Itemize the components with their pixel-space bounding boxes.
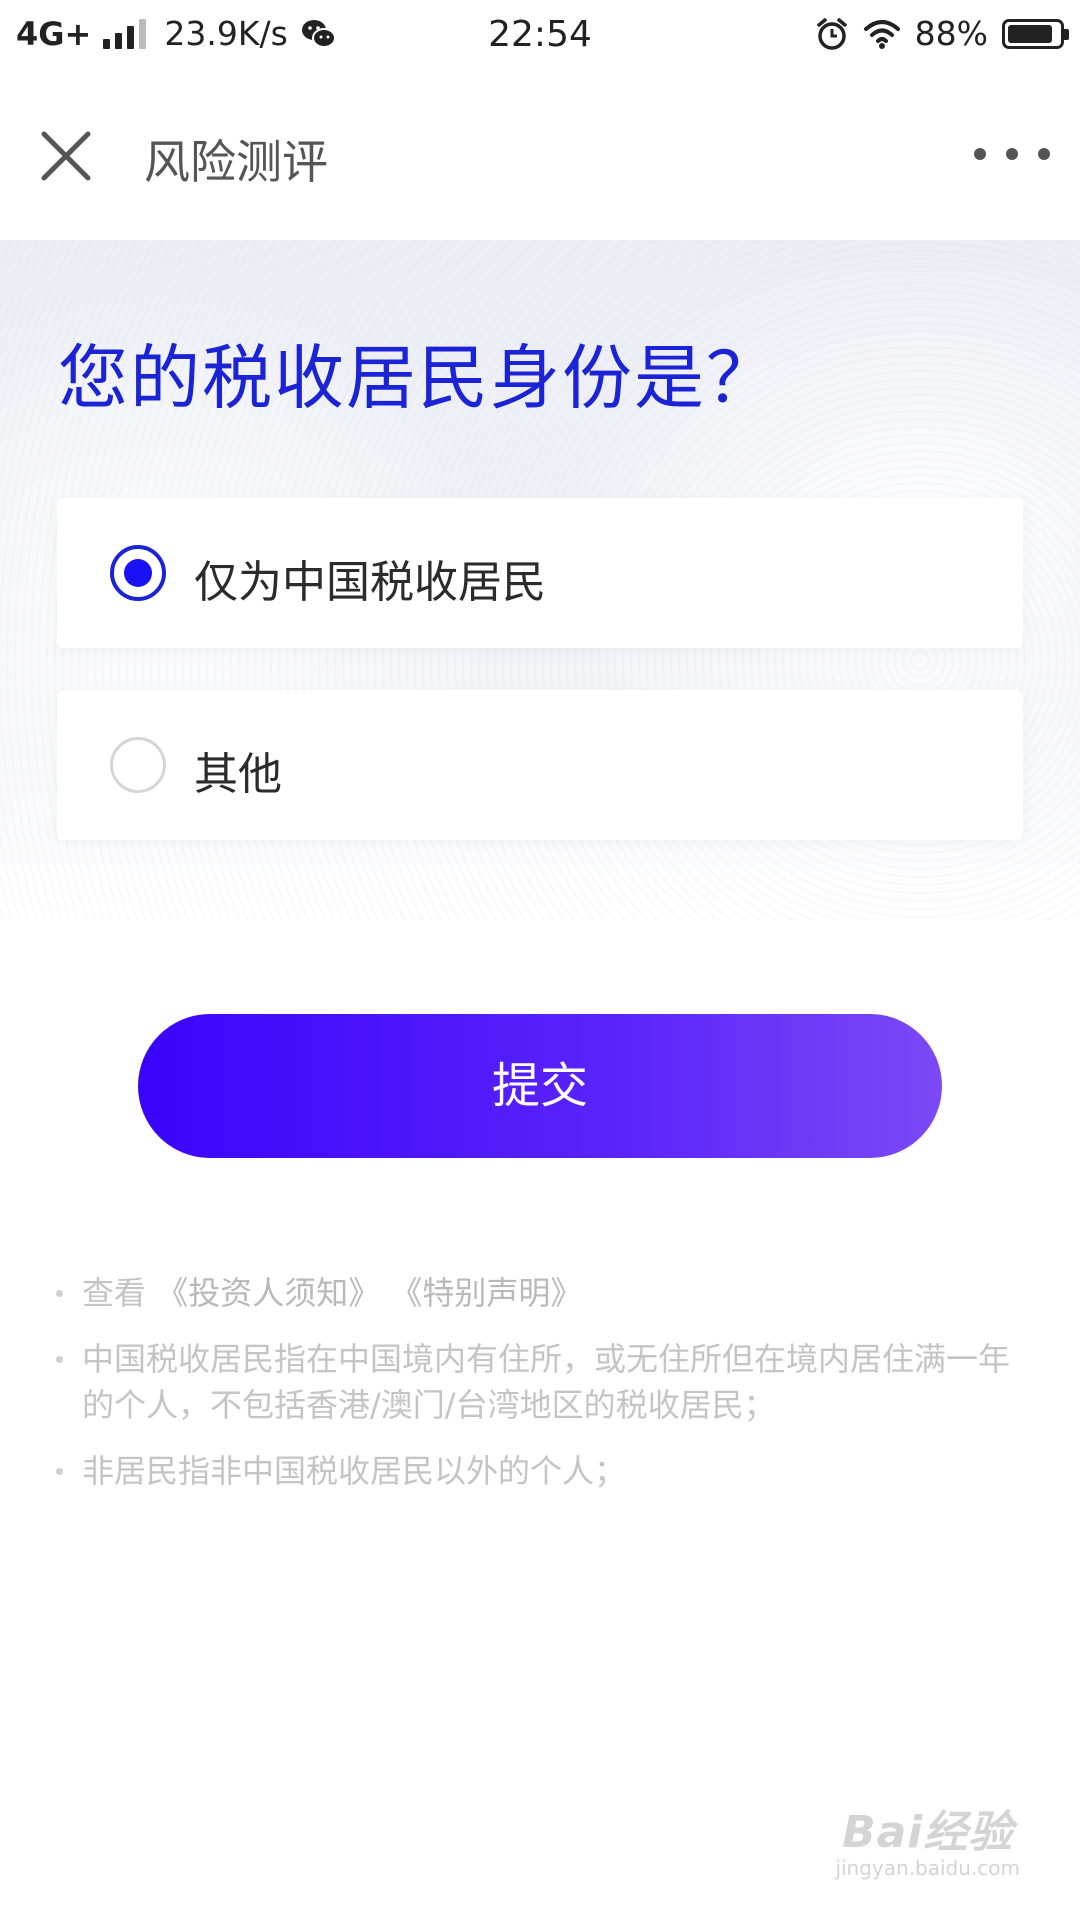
nav-bar: 风险测评	[0, 90, 1080, 220]
note-text: 中国税收居民指在中国境内有住所，或无住所但在境内居住满一年的个人，不包括香港/澳…	[82, 1340, 1011, 1424]
battery-icon	[1002, 18, 1069, 49]
investor-notice-link[interactable]: 《投资人须知》	[156, 1274, 380, 1312]
bullet-dot	[56, 1468, 63, 1475]
option-label: 其他	[194, 749, 282, 800]
submit-button[interactable]: 提交	[138, 1014, 942, 1158]
note-item: 非居民指非中国税收居民以外的个人；	[54, 1448, 1024, 1494]
notes: 查看 《投资人须知》 《特别声明》 中国税收居民指在中国境内有住所，或无住所但在…	[54, 1270, 1024, 1514]
battery-percent: 88%	[914, 14, 988, 53]
page-title: 风险测评	[144, 135, 328, 189]
bullet-dot	[56, 1356, 63, 1363]
watermark-url: jingyan.baidu.com	[835, 1856, 1020, 1880]
bullet-dot	[56, 1290, 63, 1297]
note-item: 查看 《投资人须知》 《特别声明》	[54, 1270, 1024, 1316]
radio-unselected-icon[interactable]	[110, 737, 166, 793]
more-button[interactable]	[974, 134, 1050, 174]
wifi-icon	[863, 19, 900, 49]
option-china-tax-resident[interactable]: 仅为中国税收居民	[57, 498, 1023, 648]
special-statement-link[interactable]: 《特别声明》	[390, 1274, 582, 1312]
radio-selected-icon[interactable]	[110, 545, 166, 601]
watermark-logo: Bai经验	[842, 1807, 1014, 1858]
note-text: 非居民指非中国税收居民以外的个人；	[82, 1452, 627, 1490]
option-label: 仅为中国税收居民	[194, 557, 546, 608]
status-bar-right: 88%	[815, 14, 1069, 53]
status-bar: 4G+ 23.9K/s 22:54 88%	[0, 0, 1080, 76]
close-button[interactable]	[38, 128, 94, 184]
note-prefix: 查看	[82, 1274, 147, 1312]
note-item: 中国税收居民指在中国境内有住所，或无住所但在境内居住满一年的个人，不包括香港/澳…	[54, 1336, 1024, 1428]
close-icon	[41, 131, 91, 181]
alarm-icon	[816, 17, 847, 50]
screen: 4G+ 23.9K/s 22:54 88% 风险测评 您的税收居民身份是？ 仅为…	[0, 0, 1080, 1920]
more-icon	[974, 148, 1050, 160]
option-other[interactable]: 其他	[57, 690, 1023, 840]
watermark: Bai经验 jingyan.baidu.com	[835, 1796, 1020, 1880]
question-title: 您的税收居民身份是？	[58, 337, 778, 419]
